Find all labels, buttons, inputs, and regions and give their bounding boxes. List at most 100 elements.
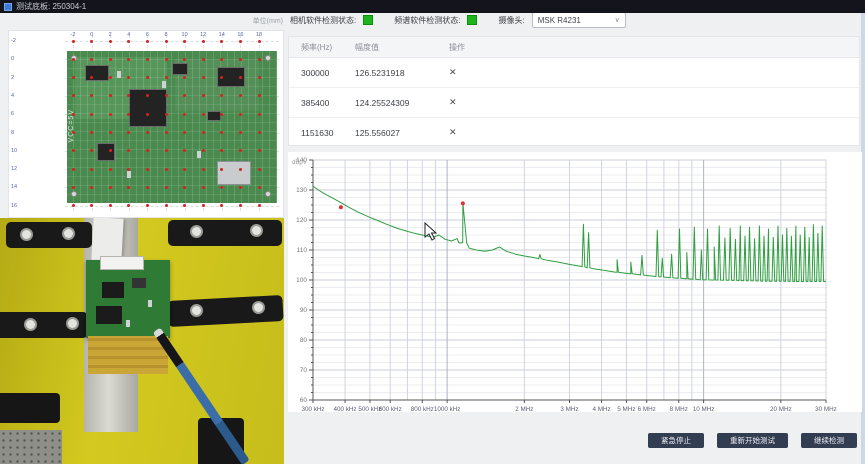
measurement-point (127, 113, 130, 116)
measurement-point (220, 149, 223, 152)
delete-row-button[interactable]: ✕ (449, 97, 465, 108)
measurement-point (183, 94, 186, 97)
action-button-bar: 紧急停止 重新开始测试 继续检测 (0, 433, 857, 448)
measurement-point (127, 149, 130, 152)
measurement-point (239, 131, 242, 134)
camera-select-value: MSK R4231 (538, 16, 581, 25)
measurement-point (239, 94, 242, 97)
measurement-point (90, 40, 93, 43)
restart-test-button[interactable]: 重新开始测试 (717, 433, 788, 448)
measurement-point (146, 40, 149, 43)
measurement-point (109, 149, 112, 152)
ic-chip (102, 282, 124, 298)
measurement-point (202, 58, 205, 61)
svg-text:70: 70 (300, 367, 308, 374)
svg-text:1000 kHz: 1000 kHz (434, 406, 461, 412)
measurement-point (202, 131, 205, 134)
measurement-point (72, 168, 75, 171)
cable-connector (100, 256, 144, 270)
measurement-point (146, 58, 149, 61)
svg-text:90: 90 (300, 307, 308, 314)
measurement-point (202, 76, 205, 79)
measurement-point (183, 186, 186, 189)
measurement-point (127, 168, 130, 171)
frequency-table: 频率(Hz) 幅度值 操作 300000126.5231918✕38540012… (288, 36, 860, 146)
cell-amplitude: 126.5231918 (353, 68, 449, 78)
measurement-point (202, 186, 205, 189)
flex-cable (88, 336, 168, 374)
cell-frequency: 1151630 (289, 128, 353, 138)
measurement-point (220, 186, 223, 189)
measurement-point (146, 131, 149, 134)
measurement-point (72, 149, 75, 152)
pcb-layout-panel: -2024681012141618-20246810121416 VCC=5V (8, 30, 284, 218)
measurement-point (146, 204, 149, 207)
table-row: 300000126.5231918✕ (289, 58, 859, 88)
measurement-point (72, 76, 75, 79)
measurement-point (202, 149, 205, 152)
col-header-amplitude: 幅度值 (353, 42, 449, 53)
measurement-point (183, 40, 186, 43)
chevron-down-icon: ∨ (615, 16, 620, 24)
measurement-point (183, 113, 186, 116)
measurement-point (239, 76, 242, 79)
camera-select-dropdown[interactable]: MSK R4231 ∨ (532, 12, 626, 28)
measurement-point (202, 94, 205, 97)
app-icon (4, 3, 12, 11)
table-header-row: 频率(Hz) 幅度值 操作 (289, 37, 859, 58)
measurement-point (90, 58, 93, 61)
app-window: { "window": { "title": "测试底板: 250304-1" … (0, 0, 865, 464)
measurement-point (90, 168, 93, 171)
measurement-point (127, 131, 130, 134)
measurement-point (90, 204, 93, 207)
capacitor (148, 300, 152, 307)
delete-row-button[interactable]: ✕ (449, 127, 465, 138)
camera-photo-panel (0, 218, 284, 464)
measurement-point (90, 76, 93, 79)
measurement-point (258, 76, 261, 79)
ic-chip (132, 278, 146, 288)
svg-text:6 MHz: 6 MHz (638, 406, 656, 412)
status-toolbar: 相机软件检测状态: 频谱软件检测状态: 摄像头: MSK R4231 ∨ (290, 11, 626, 29)
delete-row-button[interactable]: ✕ (449, 67, 465, 78)
measurement-point (165, 76, 168, 79)
continue-test-button[interactable]: 继续检测 (801, 433, 857, 448)
svg-text:8 MHz: 8 MHz (670, 406, 688, 412)
measurement-point (165, 168, 168, 171)
camera-select-label: 摄像头: (498, 15, 524, 26)
measurement-point (165, 58, 168, 61)
measurement-point (220, 168, 223, 171)
svg-text:120: 120 (296, 217, 307, 224)
measurement-point (90, 149, 93, 152)
measurement-point (146, 149, 149, 152)
device-under-test (86, 260, 170, 338)
measurement-point (220, 113, 223, 116)
measurement-point (202, 40, 205, 43)
measurement-point (258, 204, 261, 207)
measurement-point (165, 186, 168, 189)
measurement-point (202, 204, 205, 207)
measurement-point (165, 113, 168, 116)
table-row: 385400124.25524309✕ (289, 88, 859, 118)
svg-text:800 kHz: 800 kHz (411, 406, 434, 412)
measurement-point (220, 58, 223, 61)
measurement-point (127, 40, 130, 43)
svg-text:130: 130 (296, 187, 307, 194)
measurement-point (127, 76, 130, 79)
measurement-point (183, 204, 186, 207)
measurement-point (165, 149, 168, 152)
emergency-stop-button[interactable]: 紧急停止 (648, 433, 704, 448)
measurement-point (220, 76, 223, 79)
svg-text:60: 60 (300, 397, 308, 404)
svg-text:20 MHz: 20 MHz (770, 406, 792, 412)
measurement-point (72, 94, 75, 97)
measurement-point (72, 40, 75, 43)
measurement-point (146, 76, 149, 79)
clamp-screw (250, 224, 263, 237)
measurement-point (109, 94, 112, 97)
measurement-point (258, 58, 261, 61)
measurement-point (146, 168, 149, 171)
unit-label: 单位(mm) (185, 16, 283, 26)
measurement-point (183, 168, 186, 171)
measurement-point (146, 113, 149, 116)
